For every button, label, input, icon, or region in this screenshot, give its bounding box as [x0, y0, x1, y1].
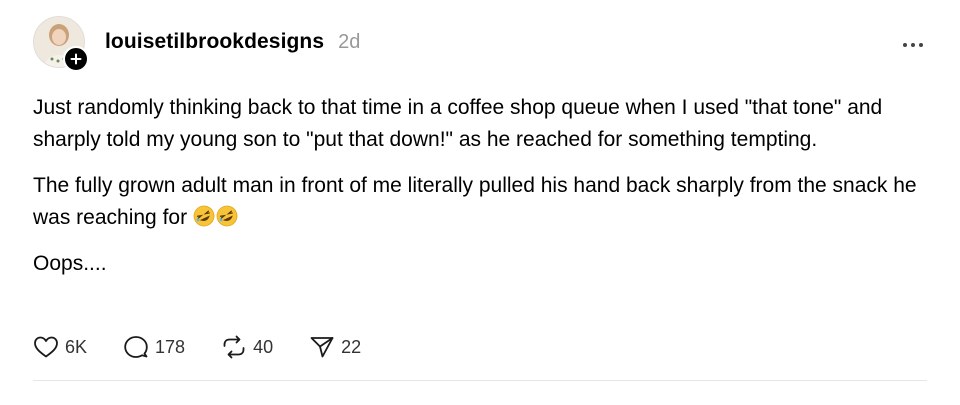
like-button[interactable]: 6K [33, 335, 87, 359]
share-button[interactable]: 22 [309, 335, 361, 359]
repost-count: 40 [253, 336, 274, 357]
reply-button[interactable]: 178 [123, 335, 185, 359]
repost-button[interactable]: 40 [221, 335, 273, 359]
post-actions: 6K 178 40 22 [33, 335, 397, 359]
follow-button[interactable] [63, 46, 89, 72]
rolling-on-floor-laughing-emoji [193, 205, 215, 227]
rolling-on-floor-laughing-emoji [216, 205, 238, 227]
heart-icon [34, 336, 58, 358]
post-divider [33, 380, 927, 381]
post-timestamp[interactable]: 2d [338, 31, 360, 54]
repost-arrows-icon [223, 335, 245, 359]
more-options-icon [903, 43, 923, 47]
username-link[interactable]: louisetilbrookdesigns [105, 30, 324, 54]
post-paragraph: The fully grown adult man in front of me… [33, 174, 917, 229]
speech-bubble-icon [124, 336, 148, 358]
share-count: 22 [341, 336, 362, 357]
thread-post: louisetilbrookdesigns 2d Just randomly t… [0, 0, 960, 405]
reply-count: 178 [155, 336, 186, 357]
post-header: louisetilbrookdesigns 2d [105, 30, 360, 54]
like-count: 6K [65, 336, 88, 357]
more-options-button[interactable] [898, 36, 928, 54]
post-paragraph: Just randomly thinking back to that time… [33, 96, 883, 151]
post-body: Just randomly thinking back to that time… [33, 92, 933, 294]
post-paragraph: Oops.... [33, 252, 107, 275]
avatar-container[interactable] [33, 16, 89, 72]
plus-icon [70, 53, 82, 65]
send-icon [310, 337, 334, 358]
